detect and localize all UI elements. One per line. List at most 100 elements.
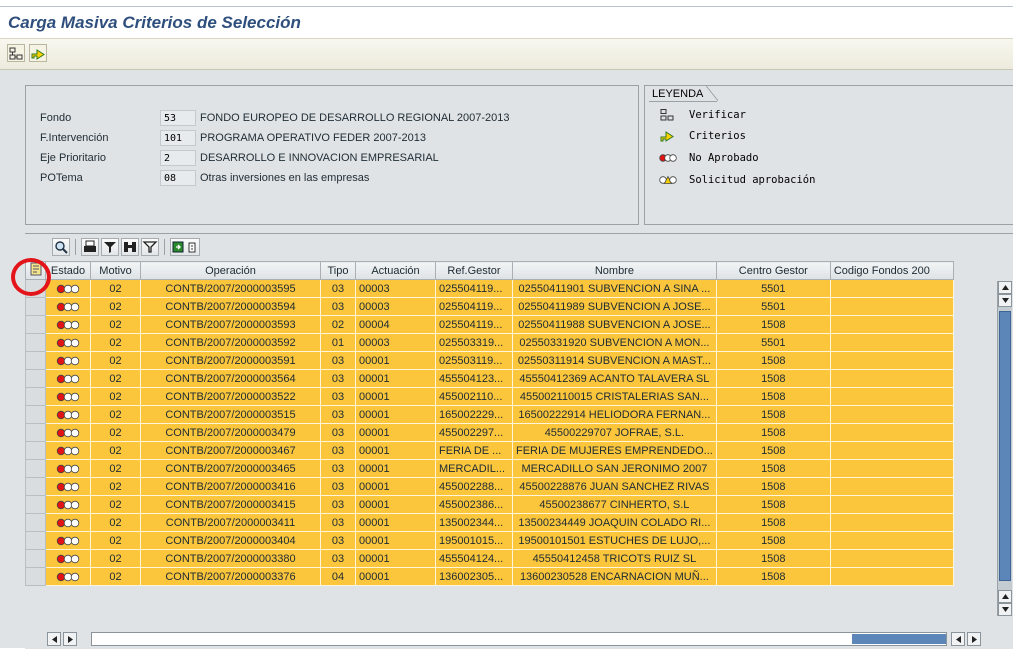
selection-header-panel: Fondo 53 FONDO EUROPEO DE DESARROLLO REG… (25, 85, 639, 225)
cell-centro-gestor: 1508 (715, 531, 831, 550)
scroll-down-button[interactable] (998, 294, 1012, 307)
cell-codigo-fondos (829, 459, 954, 478)
cell-tipo: 04 (320, 567, 356, 586)
cell-estado (45, 567, 91, 586)
row-selector[interactable] (25, 315, 46, 334)
filter-icon (104, 242, 116, 253)
find-button[interactable] (121, 238, 139, 256)
criterios-button[interactable] (29, 44, 47, 62)
filter-button[interactable] (101, 238, 119, 256)
table-row[interactable]: 02 CONTB/2007/2000003591 03 00001 025503119.… (25, 351, 954, 370)
column-header-codigo-fondos[interactable]: Codigo Fondos 200 (829, 261, 954, 280)
table-row[interactable]: 02 CONTB/2007/2000003404 03 00001 195001015.… (25, 531, 954, 550)
table-row[interactable]: 02 CONTB/2007/2000003564 03 00001 455504123.… (25, 369, 954, 388)
scroll-left-button[interactable] (47, 632, 61, 646)
table-row[interactable]: 02 CONTB/2007/2000003479 03 00001 455002297.… (25, 423, 954, 442)
cell-tipo: 03 (320, 387, 356, 406)
criterios-icon (31, 48, 45, 60)
table-row[interactable]: 02 CONTB/2007/2000003593 02 00004 025504119.… (25, 315, 954, 334)
cell-motivo: 02 (90, 279, 141, 298)
row-selector[interactable] (25, 423, 46, 442)
column-header-operacion[interactable]: Operación (140, 261, 321, 280)
table-row[interactable]: 02 CONTB/2007/2000003376 04 00001 136002305.… (25, 567, 954, 586)
row-selector[interactable] (25, 495, 46, 514)
row-selector[interactable] (25, 567, 46, 586)
print-button[interactable] (81, 238, 99, 256)
horizontal-scroll-track[interactable] (91, 632, 947, 646)
red-traffic-light-icon (56, 428, 80, 437)
table-row[interactable]: 02 CONTB/2007/2000003522 03 00001 455002110.… (25, 387, 954, 406)
row-selector[interactable] (25, 513, 46, 532)
column-header-motivo[interactable]: Motivo (90, 261, 141, 280)
arrow-down-icon (1001, 298, 1009, 303)
row-selector[interactable] (25, 297, 46, 316)
table-row[interactable]: 02 CONTB/2007/2000003467 03 00001 FERIA DE .… (25, 441, 954, 460)
arrow-left-icon (955, 635, 961, 643)
vertical-scroll-thumb[interactable] (999, 311, 1011, 581)
cell-operacion: CONTB/2007/2000003467 (140, 441, 321, 460)
verificar-button[interactable] (7, 44, 25, 62)
row-selector[interactable] (25, 549, 46, 568)
table-row[interactable]: 02 CONTB/2007/2000003416 03 00001 455002288.… (25, 477, 954, 496)
vertical-scrollbar[interactable] (997, 281, 1012, 616)
export-button[interactable] (170, 238, 200, 256)
cell-centro-gestor: 1508 (715, 405, 831, 424)
row-selector[interactable] (25, 387, 46, 406)
cell-codigo-fondos (829, 495, 954, 514)
table-row[interactable]: 02 CONTB/2007/2000003415 03 00001 455002386.… (25, 495, 954, 514)
red-traffic-light-icon (56, 572, 80, 581)
scroll-page-down-button[interactable] (998, 603, 1012, 616)
export-icon (172, 241, 196, 253)
row-selector[interactable] (25, 351, 46, 370)
cell-centro-gestor: 1508 (715, 441, 831, 460)
cell-nombre: 16500222914 HELIODORA FERNAN... (512, 405, 717, 424)
table-row[interactable]: 02 CONTB/2007/2000003592 01 00003 025503319.… (25, 333, 954, 352)
row-selector[interactable] (25, 369, 46, 388)
cell-operacion: CONTB/2007/2000003592 (140, 333, 321, 352)
red-traffic-light-icon (56, 356, 80, 365)
scroll-left-button-end[interactable] (951, 632, 965, 646)
arrow-down-icon (1001, 607, 1009, 612)
cell-operacion: CONTB/2007/2000003479 (140, 423, 321, 442)
field-description: FONDO EUROPEO DE DESARROLLO REGIONAL 200… (200, 112, 510, 124)
red-traffic-light-icon (56, 500, 80, 509)
cell-ref-gestor: 455504124... (435, 549, 513, 568)
row-selector[interactable] (25, 333, 46, 352)
column-header-tipo[interactable]: Tipo (320, 261, 356, 280)
details-button[interactable] (52, 238, 70, 256)
table-row[interactable]: 02 CONTB/2007/2000003515 03 00001 165002229.… (25, 405, 954, 424)
table-row[interactable]: 02 CONTB/2007/2000003465 03 00001 MERCADIL..… (25, 459, 954, 478)
column-header-ref-gestor[interactable]: Ref.Gestor (435, 261, 513, 280)
cell-actuacion: 00001 (355, 387, 436, 406)
cell-tipo: 03 (320, 441, 356, 460)
scroll-right-button-end[interactable] (967, 632, 981, 646)
table-row[interactable]: 02 CONTB/2007/2000003380 03 00001 455504124.… (25, 549, 954, 568)
table-row[interactable]: 02 CONTB/2007/2000003595 03 00003 025504119.… (25, 279, 954, 298)
legend-title: LEYENDA (649, 86, 719, 102)
scroll-page-up-button[interactable] (998, 590, 1012, 603)
cell-estado (45, 315, 91, 334)
horizontal-scrollbar[interactable] (25, 632, 1013, 646)
column-header-centro-gestor[interactable]: Centro Gestor (715, 261, 831, 280)
cell-codigo-fondos (829, 387, 954, 406)
column-header-estado[interactable]: Estado (45, 261, 91, 280)
table-row[interactable]: 02 CONTB/2007/2000003411 03 00001 135002344.… (25, 513, 954, 532)
cell-operacion: CONTB/2007/2000003522 (140, 387, 321, 406)
cell-centro-gestor: 1508 (715, 495, 831, 514)
row-selector[interactable] (25, 531, 46, 550)
table-row[interactable]: 02 CONTB/2007/2000003594 03 00003 025504119.… (25, 297, 954, 316)
scroll-right-button[interactable] (63, 632, 77, 646)
cell-nombre: 13500234449 JOAQUIN COLADO RI... (512, 513, 717, 532)
row-selector[interactable] (25, 459, 46, 478)
cell-codigo-fondos (829, 279, 954, 298)
scroll-up-button[interactable] (998, 281, 1012, 294)
row-selector[interactable] (25, 441, 46, 460)
row-selector[interactable] (25, 405, 46, 424)
cell-codigo-fondos (829, 405, 954, 424)
set-filter-button[interactable] (141, 238, 159, 256)
horizontal-scroll-thumb[interactable] (852, 634, 946, 644)
row-selector[interactable] (25, 477, 46, 496)
column-header-nombre[interactable]: Nombre (512, 261, 717, 280)
column-header-actuacion[interactable]: Actuación (355, 261, 436, 280)
cell-operacion: CONTB/2007/2000003593 (140, 315, 321, 334)
